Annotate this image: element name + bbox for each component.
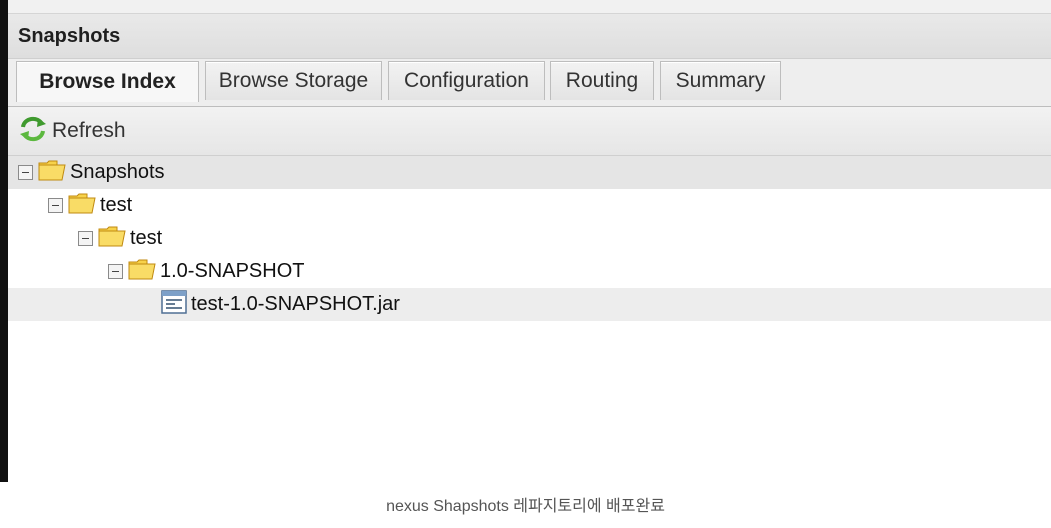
collapse-toggle-icon[interactable] [108, 264, 123, 279]
collapse-toggle-icon[interactable] [18, 165, 33, 180]
panel-header: Snapshots [8, 14, 1051, 59]
tab-browse-storage[interactable]: Browse Storage [205, 61, 382, 100]
toolbar: Refresh [8, 107, 1051, 156]
folder-open-icon [128, 258, 156, 285]
image-caption: nexus Shapshots 레파지토리에 배포완료 [386, 498, 665, 515]
panel-title: Snapshots [18, 24, 121, 47]
tree-node-version[interactable]: 1.0-SNAPSHOT [8, 255, 1051, 288]
tree-node-label: test [100, 194, 133, 216]
tree-node-label: 1.0-SNAPSHOT [160, 260, 305, 282]
tab-strip: Browse Index Browse Storage Configuratio… [8, 59, 1051, 107]
folder-open-icon [98, 225, 126, 252]
tree-node-label: test [130, 227, 163, 249]
jar-file-icon [161, 290, 187, 319]
tab-routing[interactable]: Routing [550, 61, 654, 100]
tree-node-label: Snapshots [70, 161, 165, 183]
tree-node-snapshots[interactable]: Snapshots [8, 156, 1051, 189]
tree-node-jar-file[interactable]: test-1.0-SNAPSHOT.jar [8, 288, 1051, 321]
tree-node-label: test-1.0-SNAPSHOT.jar [191, 293, 400, 315]
collapse-toggle-icon[interactable] [48, 198, 63, 213]
refresh-icon [18, 115, 48, 148]
top-border-bar [8, 0, 1051, 14]
nexus-panel-frame: Snapshots Browse Index Browse Storage Co… [0, 0, 1051, 482]
tab-browse-index[interactable]: Browse Index [16, 61, 199, 102]
folder-open-icon [38, 159, 66, 186]
tree-node-test-artifact[interactable]: test [8, 222, 1051, 255]
folder-open-icon [68, 192, 96, 219]
tree-node-test-group[interactable]: test [8, 189, 1051, 222]
refresh-button[interactable]: Refresh [18, 115, 126, 148]
tab-configuration[interactable]: Configuration [388, 61, 545, 100]
collapse-toggle-icon[interactable] [78, 231, 93, 246]
index-tree: Snapshots test test 1.0-SNAPSHOT test-1.… [8, 156, 1051, 321]
tab-summary[interactable]: Summary [660, 61, 781, 100]
refresh-label: Refresh [52, 119, 126, 142]
